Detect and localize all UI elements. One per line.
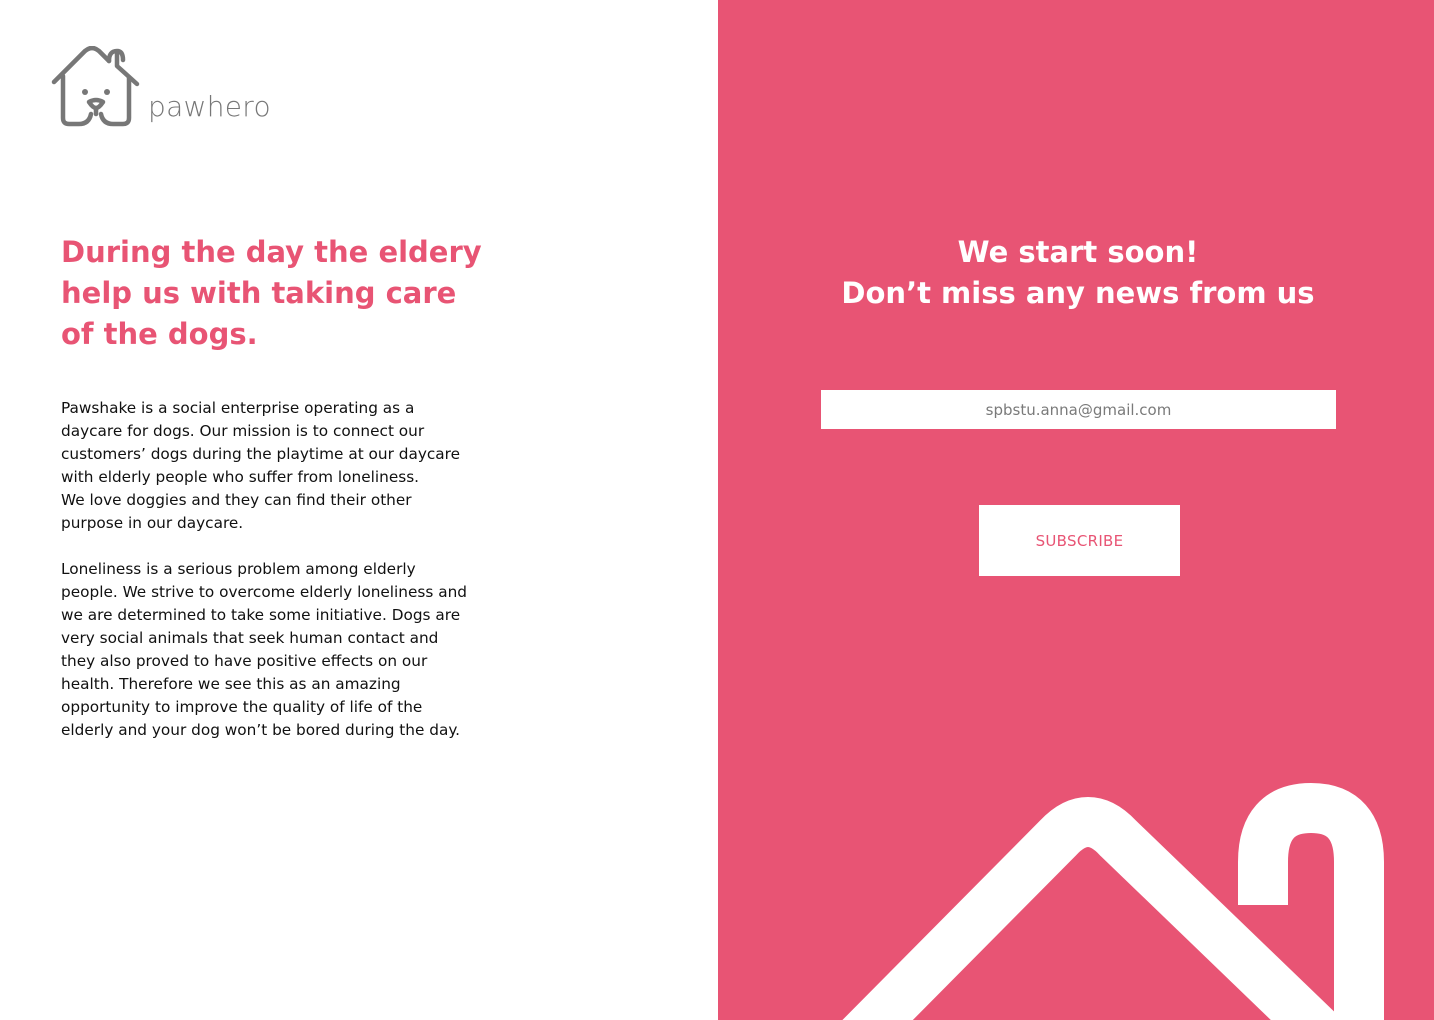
about-paragraph-loneliness: Loneliness is a serious problem among el… [61, 560, 467, 739]
subscribe-panel: We start soon! Don’t miss any news from … [718, 0, 1434, 1020]
logo[interactable]: pawhero [51, 46, 281, 128]
left-panel: pawhero During the day the eldery help u… [0, 0, 718, 1020]
page-headline: During the day the eldery help us with t… [61, 235, 482, 351]
about-paragraph-mission: Pawshake is a social enterprise operatin… [61, 399, 461, 532]
logo-wordmark: pawhero [148, 90, 271, 123]
dog-house-icon [51, 46, 140, 127]
house-outline-icon [842, 783, 1384, 1020]
